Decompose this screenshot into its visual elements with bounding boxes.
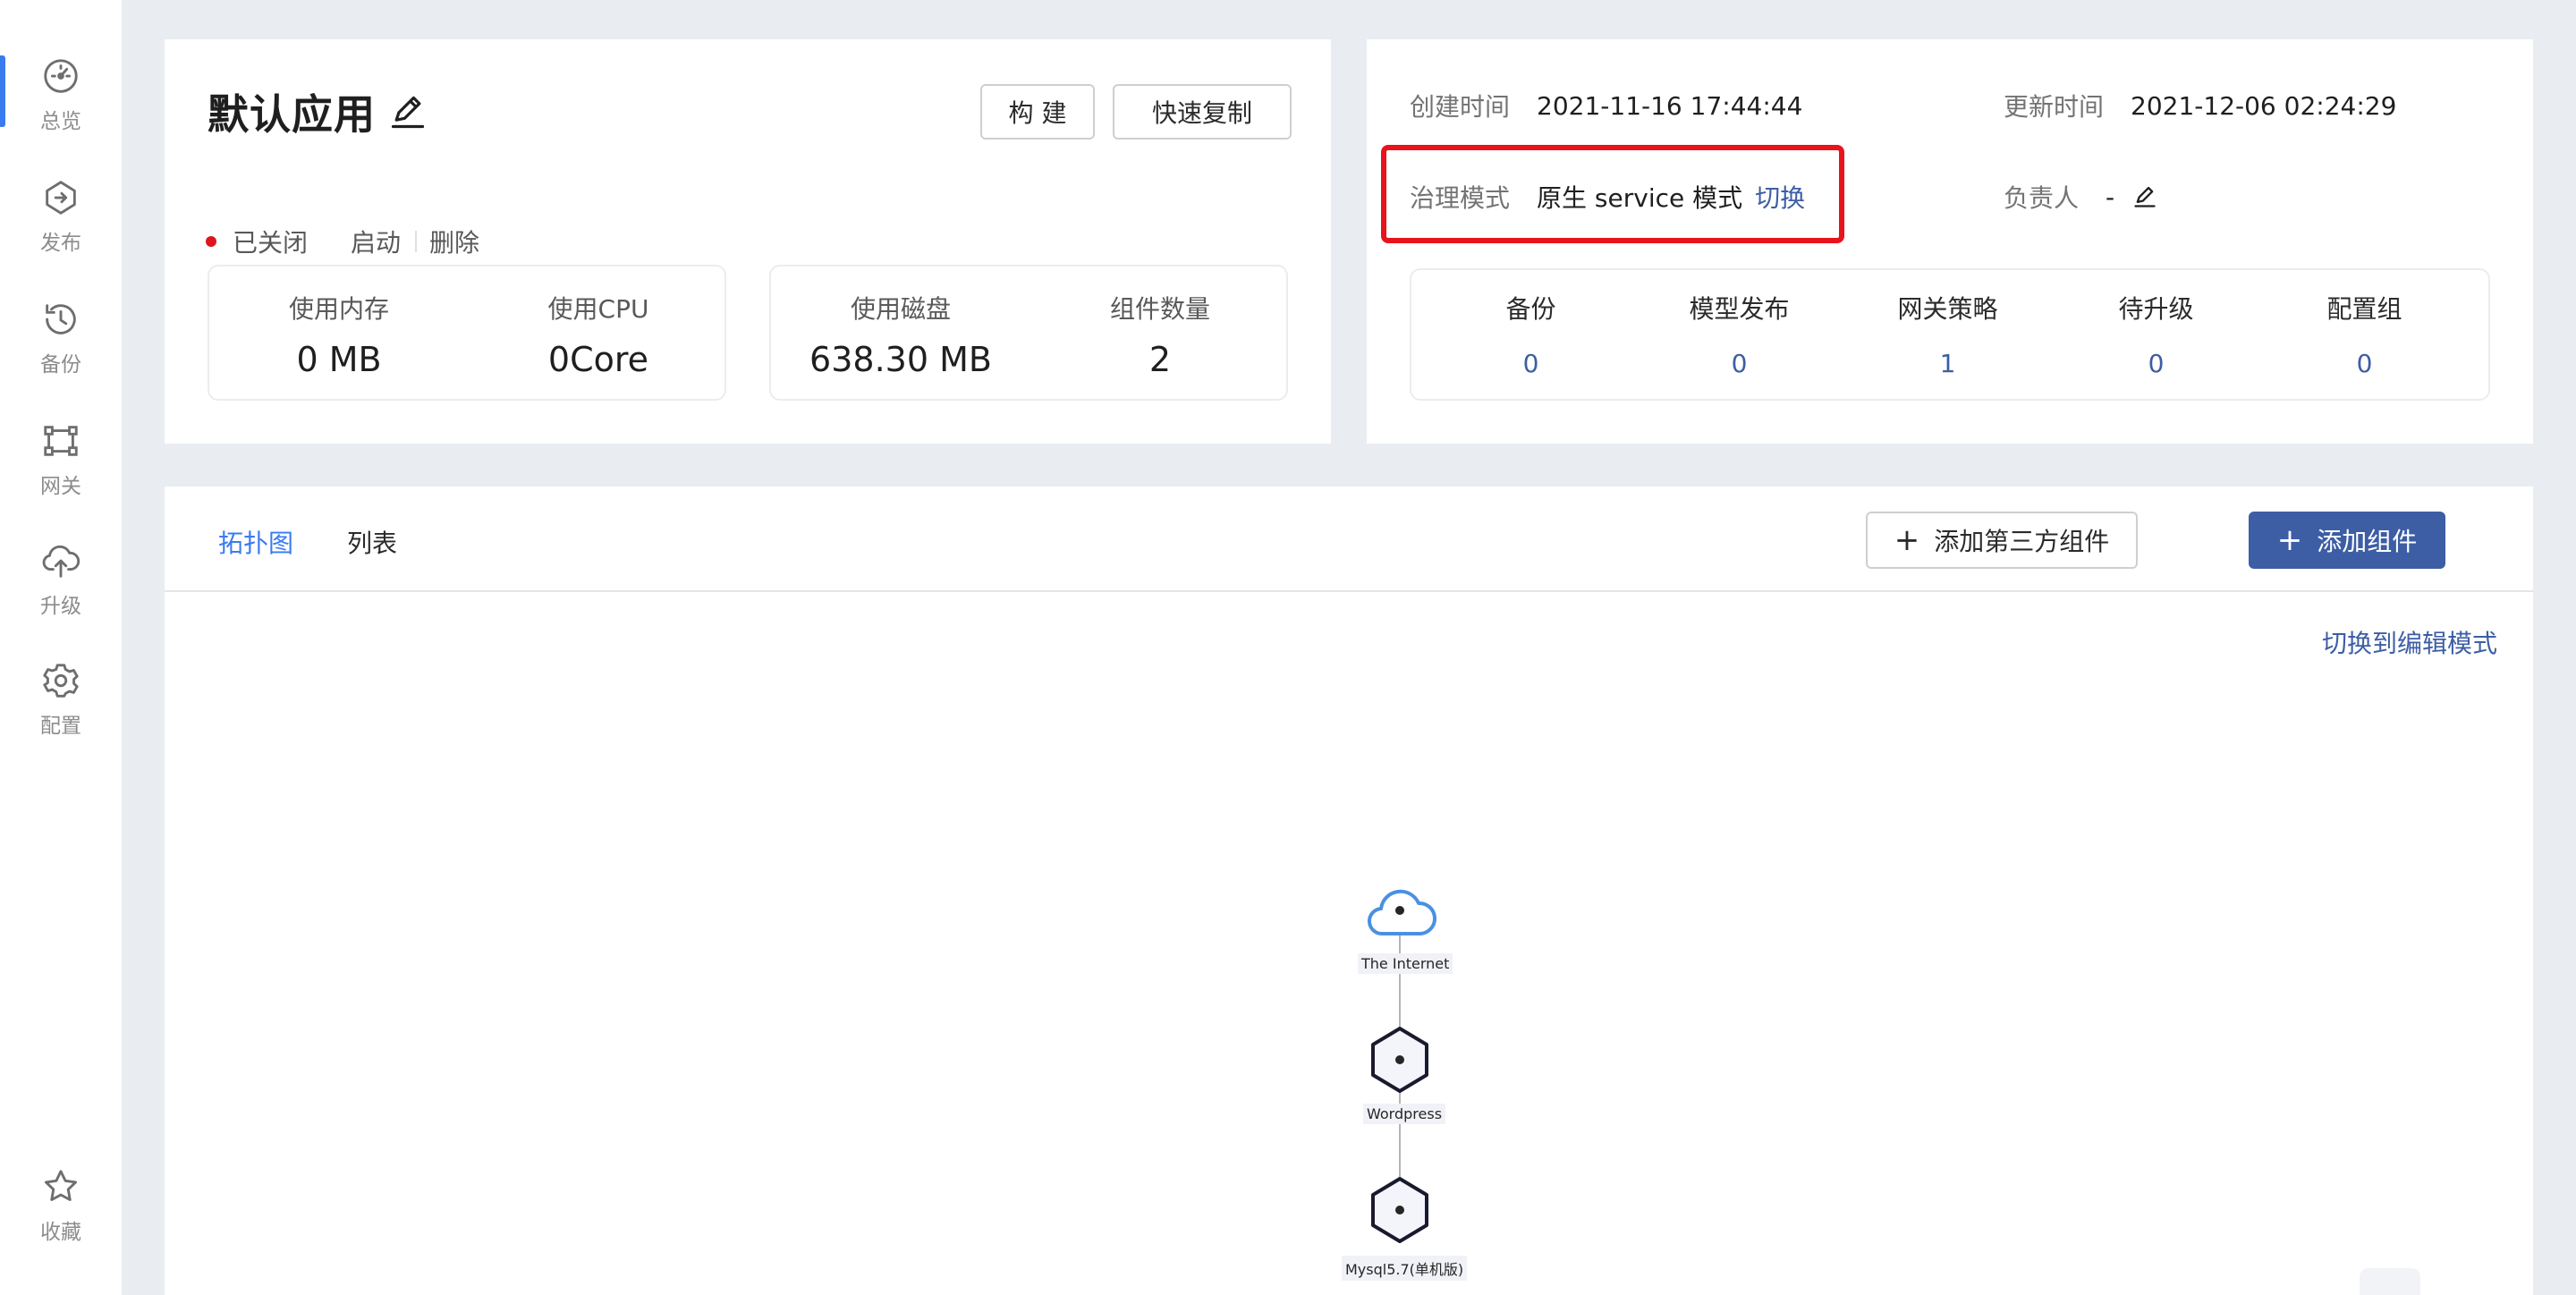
sidebar-item-label: 总览 bbox=[40, 110, 81, 133]
cloud-icon[interactable] bbox=[1367, 889, 1436, 936]
count-config-group[interactable]: 配置组 0 bbox=[2260, 270, 2469, 402]
owner-row: 负责人 - bbox=[2004, 179, 2157, 215]
start-link[interactable]: 启动 bbox=[351, 224, 401, 259]
updated-time-row: 更新时间 2021-12-06 02:24:29 bbox=[2004, 88, 2396, 123]
node-label-mysql: Mysql5.7(单机版) bbox=[1342, 1256, 1468, 1281]
count-label: 备份 bbox=[1505, 294, 1556, 324]
gear-icon bbox=[43, 664, 79, 698]
count-value: 0 bbox=[2148, 349, 2165, 378]
created-time-label: 创建时间 bbox=[1410, 92, 1511, 122]
owner-label: 负责人 bbox=[2004, 183, 2080, 213]
stat-value: 0Core bbox=[547, 340, 649, 379]
app-info-card: 默认应用 构 建 快速复制 已关闭 启动 删除 使用内存 0 MB 使用CPU … bbox=[165, 39, 1331, 444]
build-button[interactable]: 构 建 bbox=[980, 84, 1095, 140]
star-icon bbox=[44, 1170, 78, 1201]
sidebar-item-gateway[interactable]: 网关 bbox=[0, 420, 122, 510]
status-text: 已关闭 bbox=[233, 228, 309, 258]
sidebar-item-label: 发布 bbox=[40, 232, 81, 255]
node-label-internet: The Internet bbox=[1358, 953, 1453, 974]
edit-icon[interactable] bbox=[388, 92, 428, 131]
cloud-upload-icon bbox=[42, 545, 80, 578]
quick-copy-button[interactable]: 快速复制 bbox=[1113, 84, 1292, 140]
count-label: 配置组 bbox=[2326, 294, 2402, 324]
stat-value: 0 MB bbox=[296, 340, 382, 379]
count-value: 0 bbox=[1731, 349, 1748, 378]
highlight-box bbox=[1381, 145, 1844, 243]
sidebar-item-upgrade[interactable]: 升级 bbox=[0, 540, 122, 630]
stat-memory: 使用内存 0 MB bbox=[209, 267, 469, 402]
sidebar-item-publish[interactable]: 发布 bbox=[0, 177, 122, 267]
count-pending-upgrade[interactable]: 待升级 0 bbox=[2052, 270, 2260, 402]
count-label: 待升级 bbox=[2118, 294, 2194, 324]
disk-components-box: 使用磁盘 638.30 MB 组件数量 2 bbox=[769, 265, 1288, 401]
status-row: 已关闭 启动 删除 bbox=[206, 224, 479, 259]
stat-label: 组件数量 bbox=[1109, 294, 1210, 324]
stat-component-count: 组件数量 2 bbox=[1030, 267, 1290, 402]
count-model-publish[interactable]: 模型发布 0 bbox=[1635, 270, 1843, 402]
dashboard-icon bbox=[44, 59, 78, 93]
floating-action-handle[interactable] bbox=[2360, 1268, 2420, 1295]
edit-icon[interactable] bbox=[2132, 184, 2157, 209]
updated-time-label: 更新时间 bbox=[2004, 92, 2105, 122]
divider bbox=[415, 231, 418, 252]
topology-card: 拓扑图 列表 + 添加第三方组件 + 添加组件 切换到编辑模式 The Inte… bbox=[165, 487, 2533, 1295]
count-backup[interactable]: 备份 0 bbox=[1427, 270, 1635, 402]
created-time-row: 创建时间 2021-11-16 17:44:44 bbox=[1410, 88, 1802, 123]
sidebar-item-backup[interactable]: 备份 bbox=[0, 299, 122, 388]
stat-disk: 使用磁盘 638.30 MB bbox=[771, 267, 1030, 402]
app-title: 默认应用 bbox=[208, 90, 376, 139]
sidebar: 总览 发布 备份 网关 升级 配置 收藏 bbox=[0, 0, 122, 1295]
stat-label: 使用磁盘 bbox=[850, 294, 951, 324]
count-label: 网关策略 bbox=[1897, 294, 1998, 324]
app-title-row: 默认应用 bbox=[208, 82, 428, 141]
app-counts-box: 备份 0 模型发布 0 网关策略 1 待升级 0 配置组 0 bbox=[1410, 268, 2490, 401]
sidebar-item-config[interactable]: 配置 bbox=[0, 660, 122, 749]
sidebar-item-label: 网关 bbox=[40, 475, 81, 498]
node-label-wordpress: Wordpress bbox=[1363, 1104, 1446, 1124]
resource-usage-box: 使用内存 0 MB 使用CPU 0Core bbox=[208, 265, 726, 401]
history-icon bbox=[46, 304, 76, 334]
publish-icon bbox=[46, 181, 76, 215]
stat-value: 638.30 MB bbox=[809, 340, 992, 379]
gateway-icon bbox=[44, 426, 78, 456]
hexagon-icon[interactable] bbox=[1371, 1177, 1428, 1243]
created-time-value: 2021-11-16 17:44:44 bbox=[1537, 90, 1803, 121]
sidebar-item-label: 备份 bbox=[40, 353, 81, 377]
count-value: 0 bbox=[2356, 349, 2373, 378]
delete-link[interactable]: 删除 bbox=[429, 224, 479, 259]
sidebar-item-overview[interactable]: 总览 bbox=[0, 55, 122, 145]
owner-value: - bbox=[2106, 182, 2115, 212]
count-label: 模型发布 bbox=[1689, 294, 1790, 324]
sidebar-item-label: 配置 bbox=[40, 715, 81, 738]
updated-time-value: 2021-12-06 02:24:29 bbox=[2131, 90, 2397, 121]
sidebar-item-label: 收藏 bbox=[40, 1221, 81, 1244]
topology-graph bbox=[1367, 889, 1436, 1243]
stat-label: 使用内存 bbox=[288, 294, 389, 324]
status-dot bbox=[206, 236, 216, 247]
sidebar-item-favorite[interactable]: 收藏 bbox=[0, 1166, 122, 1256]
count-gateway-policy[interactable]: 网关策略 1 bbox=[1843, 270, 2052, 402]
count-value: 0 bbox=[1522, 349, 1539, 378]
stat-label: 使用CPU bbox=[547, 294, 649, 324]
sidebar-item-label: 升级 bbox=[40, 595, 81, 618]
stat-cpu: 使用CPU 0Core bbox=[469, 267, 728, 402]
hexagon-icon[interactable] bbox=[1371, 1027, 1428, 1093]
count-value: 1 bbox=[1939, 349, 1956, 378]
stat-value: 2 bbox=[1148, 340, 1172, 379]
